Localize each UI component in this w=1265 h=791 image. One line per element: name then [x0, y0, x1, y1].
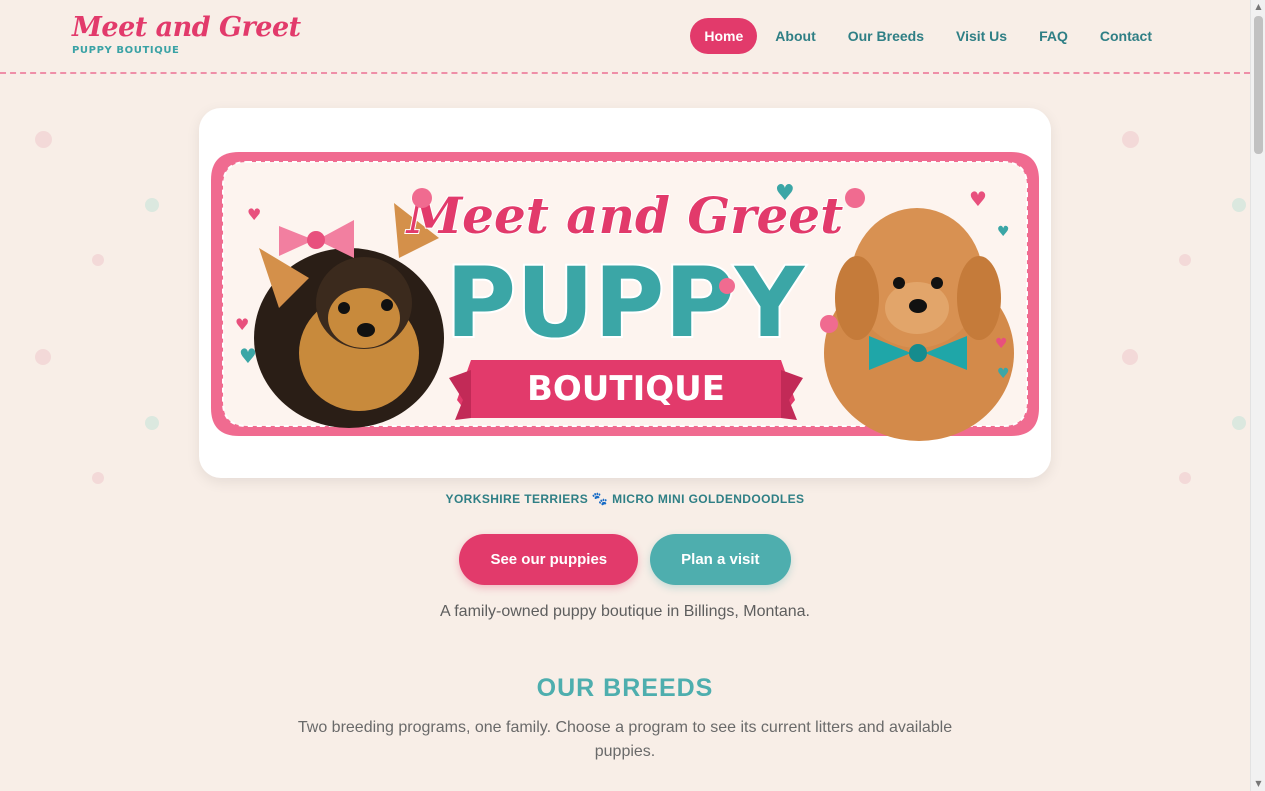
heart-icon: ♥ [247, 205, 261, 224]
paw-icon [412, 188, 432, 208]
decor-dot [35, 349, 51, 365]
hero-banner: Meet and Greet PUPPY BOUTIQUE ♥ ♥ ♥ ♥ ♥ … [199, 108, 1051, 478]
main-nav: Home About Our Breeds Visit Us FAQ Conta… [690, 18, 1166, 54]
plan-visit-button[interactable]: Plan a visit [650, 534, 791, 585]
decor-dot [1232, 198, 1246, 212]
scroll-thumb[interactable] [1254, 16, 1263, 154]
heart-icon: ♥ [997, 224, 1010, 240]
page-scrollbar[interactable]: ▲ ▼ [1250, 0, 1265, 791]
site-header: Meet and Greet PUPPY BOUTIQUE Home About… [0, 0, 1250, 74]
heart-icon: ♥ [995, 336, 1008, 352]
decor-dot [92, 254, 104, 266]
nav-contact[interactable]: Contact [1086, 18, 1166, 54]
heart-icon: ♥ [969, 187, 987, 211]
brand-subtitle: PUPPY BOUTIQUE [72, 45, 180, 56]
nav-faq[interactable]: FAQ [1025, 18, 1082, 54]
hero-illustration: Meet and Greet PUPPY BOUTIQUE ♥ ♥ ♥ ♥ ♥ … [211, 152, 1039, 441]
see-puppies-button[interactable]: See our puppies [459, 534, 639, 585]
heart-icon: ♥ [775, 181, 795, 206]
nav-home[interactable]: Home [690, 18, 758, 54]
decor-dot [1179, 254, 1191, 266]
tagline-goldendoodles: MICRO MINI GOLDENDOODLES [612, 492, 805, 506]
decor-dot [1179, 472, 1191, 484]
breeds-subtitle: Two breeding programs, one family. Choos… [297, 719, 953, 760]
breed-tagline: YORKSHIRE TERRIERS 🐾 MICRO MINI GOLDENDO… [0, 491, 1250, 507]
paw-prints-icon: 🐾 [591, 491, 609, 506]
decor-dot [92, 472, 104, 484]
scroll-down-arrow-icon[interactable]: ▼ [1251, 777, 1265, 791]
decor-dot [1122, 349, 1138, 365]
paw-icon [719, 278, 735, 294]
decor-dot [1232, 416, 1246, 430]
decor-dot [145, 198, 159, 212]
heart-icon: ♥ [235, 315, 249, 334]
tagline-yorkshire: YORKSHIRE TERRIERS [445, 492, 589, 506]
decor-dot [145, 416, 159, 430]
brand-script: Meet and Greet [72, 12, 301, 43]
breeds-title: OUR BREEDS [536, 674, 714, 702]
hero-banner-main: PUPPY [446, 247, 806, 359]
nav-visit-us[interactable]: Visit Us [942, 18, 1021, 54]
scroll-up-arrow-icon[interactable]: ▲ [1251, 0, 1265, 14]
decor-dot [35, 131, 52, 148]
nav-about[interactable]: About [761, 18, 829, 54]
heart-icon: ♥ [239, 344, 257, 368]
hero-banner-ribbon: BOUTIQUE [527, 369, 725, 409]
cta-row: See our puppies Plan a visit [0, 534, 1250, 585]
intro-text: A family-owned puppy boutique in Billing… [440, 603, 810, 620]
decor-dot [1122, 131, 1139, 148]
nav-our-breeds[interactable]: Our Breeds [834, 18, 938, 54]
heart-icon: ♥ [997, 366, 1010, 382]
brand-logo[interactable]: Meet and Greet PUPPY BOUTIQUE [72, 12, 301, 56]
paw-icon [820, 315, 838, 333]
paw-icon [845, 188, 865, 208]
